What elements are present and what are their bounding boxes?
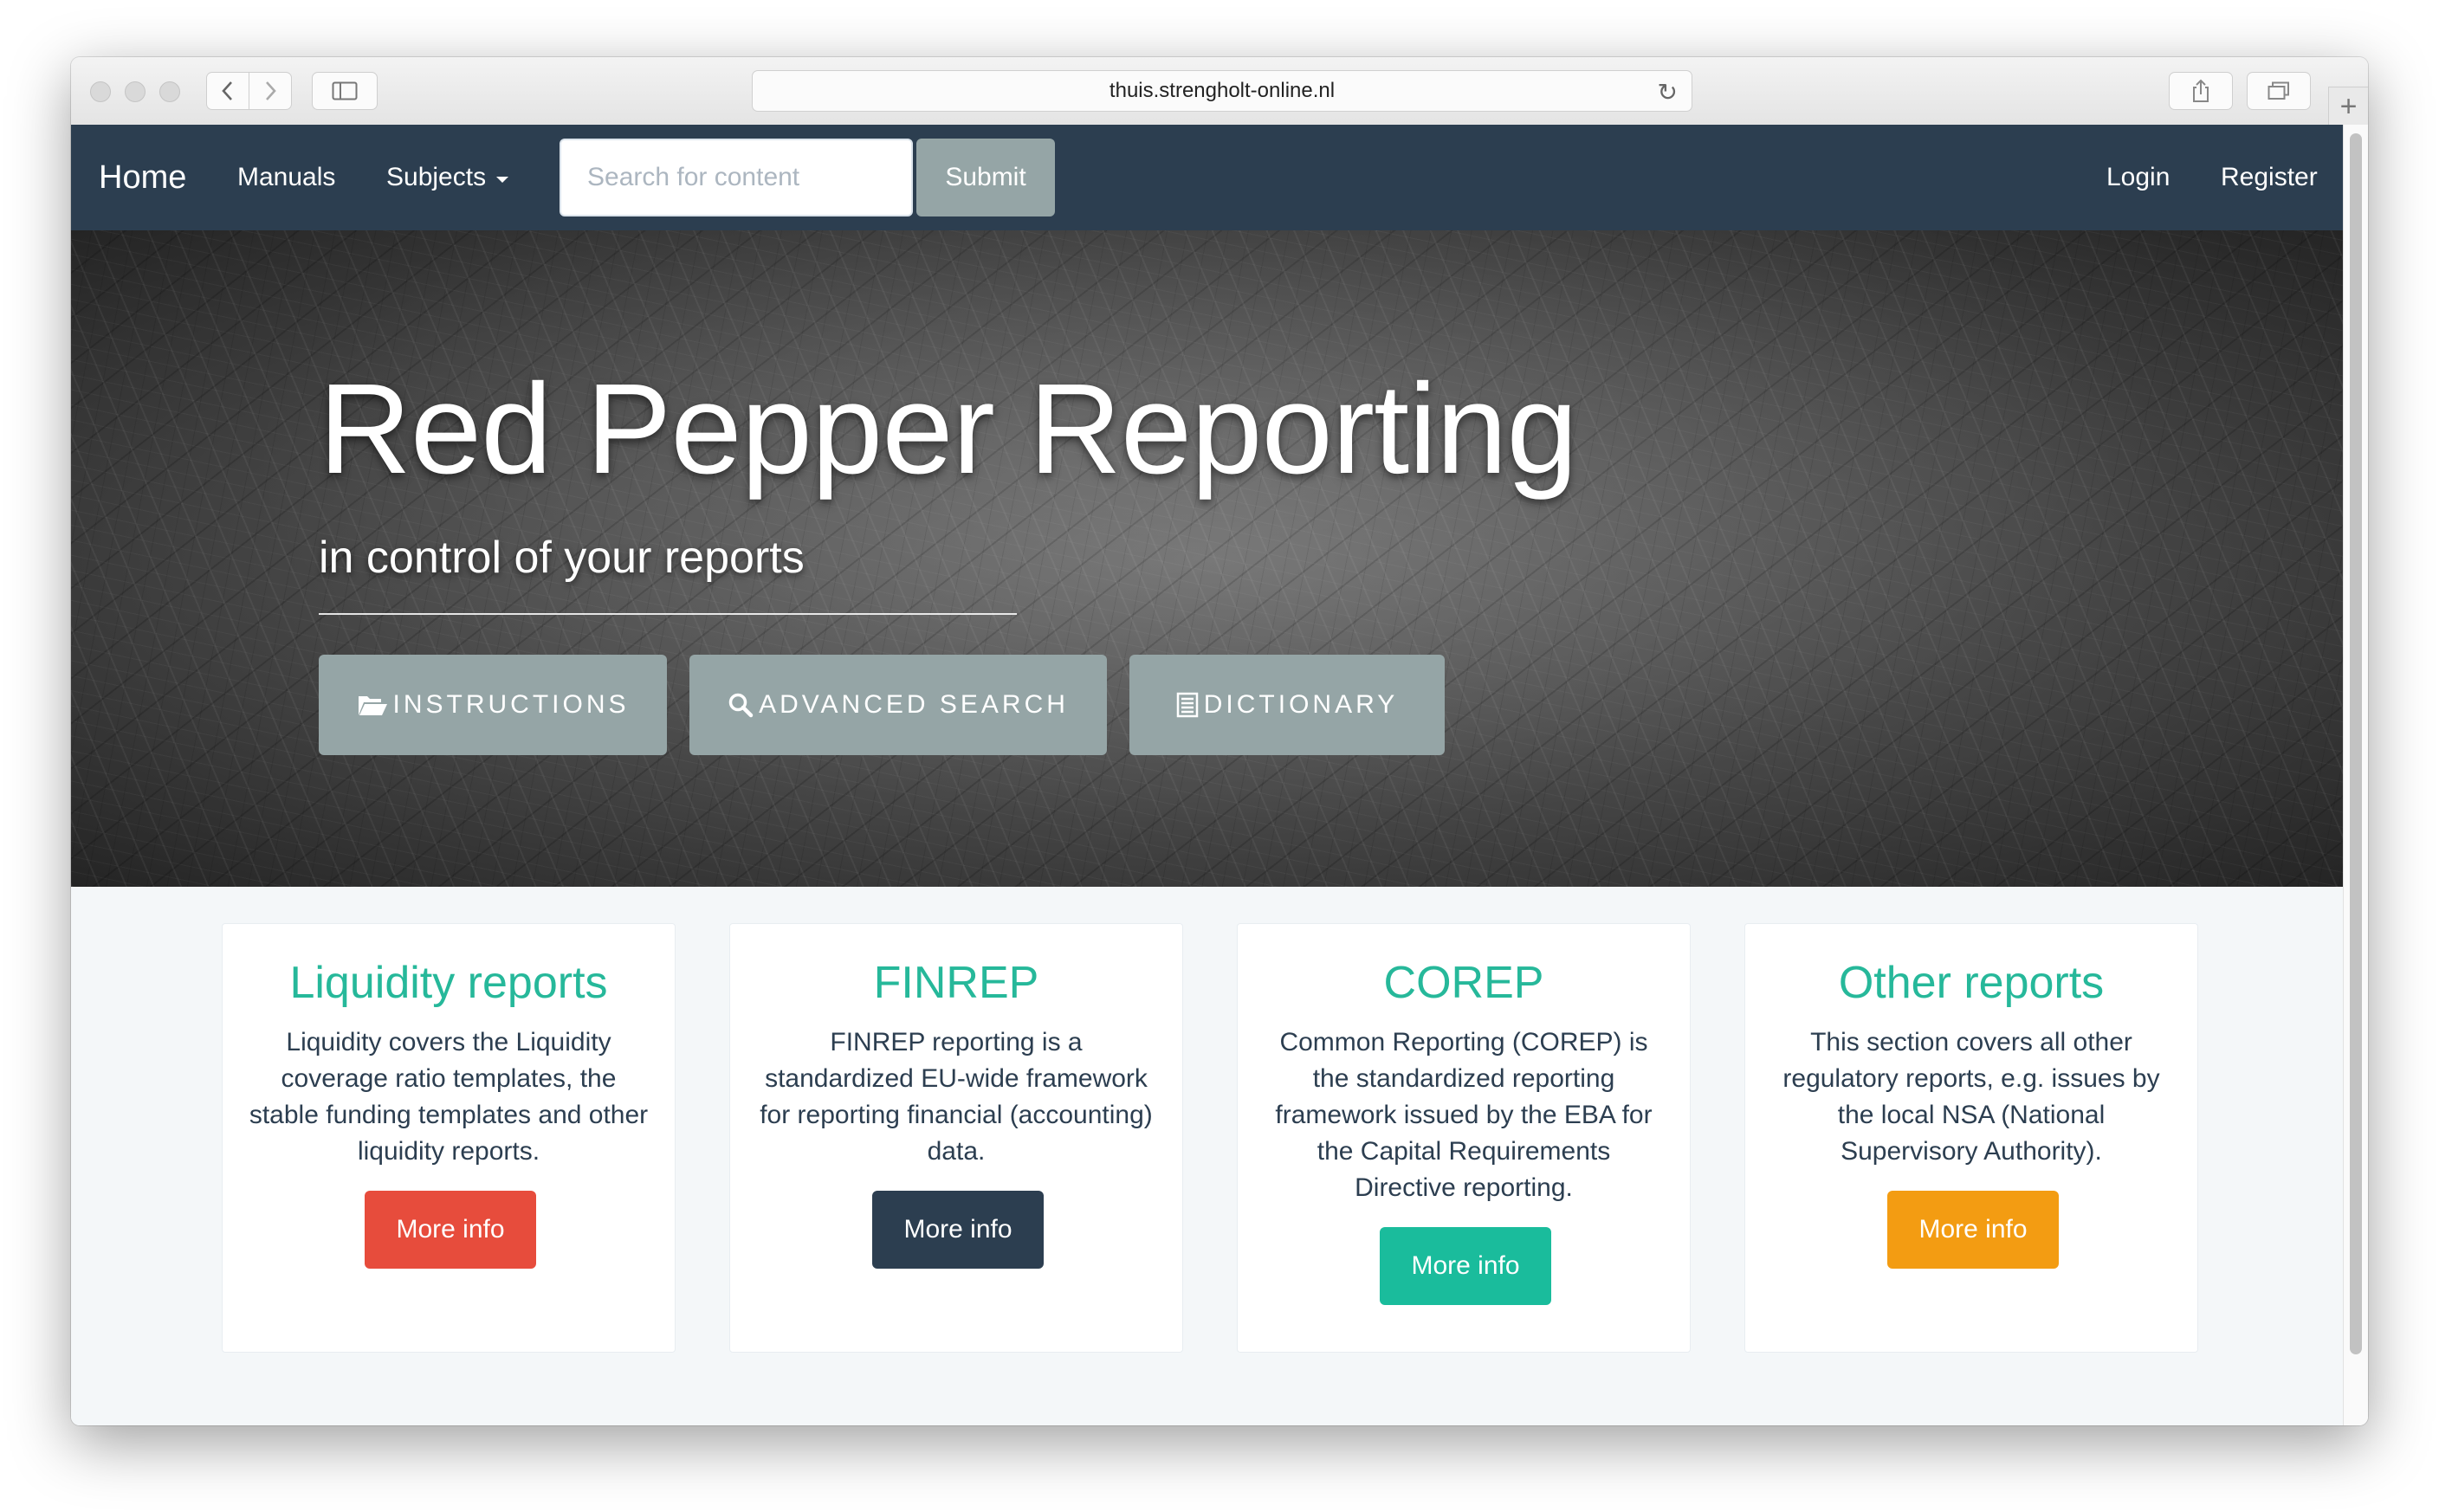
page-viewport: Home Manuals Subjects Submit Login Regis…: [71, 125, 2344, 1425]
card-description: Liquidity covers the Liquidity coverage …: [249, 1028, 649, 1166]
hero-subtitle: in control of your reports: [319, 533, 805, 583]
share-button[interactable]: [2169, 72, 2233, 110]
vertical-scrollbar[interactable]: [2343, 125, 2368, 1425]
card-title: FINREP: [873, 958, 1039, 1008]
folder-open-icon: [358, 696, 387, 715]
tabs-overview-button[interactable]: [2247, 72, 2311, 110]
browser-toolbar: thuis.strengholt-online.nl ↻ +: [71, 57, 2368, 126]
nav-login-link[interactable]: Login: [2106, 125, 2170, 230]
reload-icon[interactable]: ↻: [1658, 78, 1678, 107]
more-info-button-corep[interactable]: More info: [1380, 1227, 1551, 1305]
share-icon: [2193, 79, 2209, 102]
instructions-label: INSTRUCTIONS: [392, 690, 630, 719]
address-bar[interactable]: thuis.strengholt-online.nl ↻: [752, 70, 1692, 112]
dictionary-label: DICTIONARY: [1203, 690, 1399, 719]
hero-divider: [319, 613, 1017, 615]
top-navbar: Home Manuals Subjects Submit Login Regis…: [71, 125, 2344, 230]
hero-title: Red Pepper Reporting: [319, 358, 1578, 501]
scrollbar-thumb[interactable]: [2350, 133, 2362, 1354]
submit-button[interactable]: Submit: [916, 139, 1055, 216]
search-input[interactable]: [560, 139, 913, 216]
forward-button[interactable]: [249, 72, 292, 110]
dictionary-button[interactable]: DICTIONARY: [1129, 655, 1445, 755]
instructions-button[interactable]: INSTRUCTIONS: [319, 655, 667, 755]
hero-banner: Red Pepper Reporting in control of your …: [71, 230, 2344, 887]
card-title: COREP: [1383, 958, 1544, 1008]
browser-window: thuis.strengholt-online.nl ↻ + Home Manu…: [71, 57, 2368, 1425]
nav-subjects-label: Subjects: [386, 163, 487, 191]
card-description: Common Reporting (COREP) is the standard…: [1275, 1028, 1653, 1202]
nav-subjects-dropdown[interactable]: Subjects: [386, 125, 509, 230]
card-description: FINREP reporting is a standardized EU-wi…: [760, 1028, 1153, 1166]
card-finrep: FINREP FINREP reporting is a standardize…: [729, 923, 1183, 1353]
close-window-button[interactable]: [90, 81, 111, 102]
more-info-button-finrep[interactable]: More info: [872, 1191, 1044, 1269]
nav-home-link[interactable]: Home: [99, 125, 186, 230]
card-description: This section covers all other regulatory…: [1782, 1028, 2160, 1166]
caret-down-icon: [496, 176, 509, 183]
minimize-window-button[interactable]: [125, 81, 146, 102]
new-tab-button[interactable]: +: [2328, 87, 2368, 126]
card-title: Other reports: [1838, 958, 2105, 1008]
advanced-search-button[interactable]: ADVANCED SEARCH: [689, 655, 1107, 755]
search-icon: [728, 693, 754, 718]
chevron-left-icon: [222, 81, 232, 100]
chevron-right-icon: [266, 81, 276, 100]
back-button[interactable]: [206, 72, 249, 110]
zoom-window-button[interactable]: [159, 81, 180, 102]
tabs-icon: [2268, 81, 2289, 100]
nav-manuals-link[interactable]: Manuals: [237, 125, 335, 230]
card-title: Liquidity reports: [289, 958, 608, 1008]
card-corep: COREP Common Reporting (COREP) is the st…: [1237, 923, 1691, 1353]
card-other-reports: Other reports This section covers all ot…: [1744, 923, 2198, 1353]
sidebar-toggle-button[interactable]: [312, 72, 378, 110]
list-icon: [1176, 692, 1199, 718]
nav-register-link[interactable]: Register: [2221, 125, 2318, 230]
url-text: thuis.strengholt-online.nl: [1109, 79, 1336, 102]
plus-icon: +: [2339, 90, 2358, 123]
card-liquidity-reports: Liquidity reports Liquidity covers the L…: [222, 923, 676, 1353]
more-info-button-other[interactable]: More info: [1887, 1191, 2059, 1269]
more-info-button-liquidity[interactable]: More info: [365, 1191, 536, 1269]
advanced-search-label: ADVANCED SEARCH: [759, 690, 1069, 719]
sidebar-icon: [332, 81, 358, 100]
